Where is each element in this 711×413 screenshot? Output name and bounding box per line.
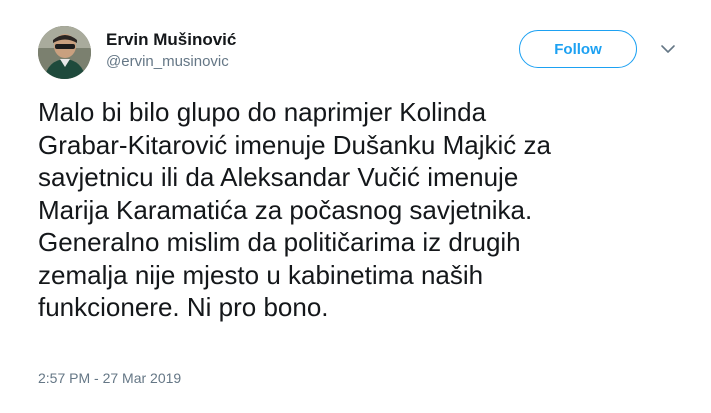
tweet-timestamp[interactable]: 2:57 PM - 27 Mar 2019 [38,369,181,387]
avatar-photo-icon [38,26,91,79]
follow-button[interactable]: Follow [519,30,637,68]
avatar[interactable] [38,26,91,79]
author-display-name[interactable]: Ervin Mušinović [106,30,236,50]
chevron-down-icon[interactable] [660,43,676,55]
tweet-text: Malo bi bilo glupo do naprimjer Kolinda … [38,97,551,322]
author-handle[interactable]: @ervin_musinovic [106,52,236,72]
tweet-card: Ervin Mušinović @ervin_musinovic Follow … [0,0,711,413]
author-info: Ervin Mušinović @ervin_musinovic [106,30,236,72]
